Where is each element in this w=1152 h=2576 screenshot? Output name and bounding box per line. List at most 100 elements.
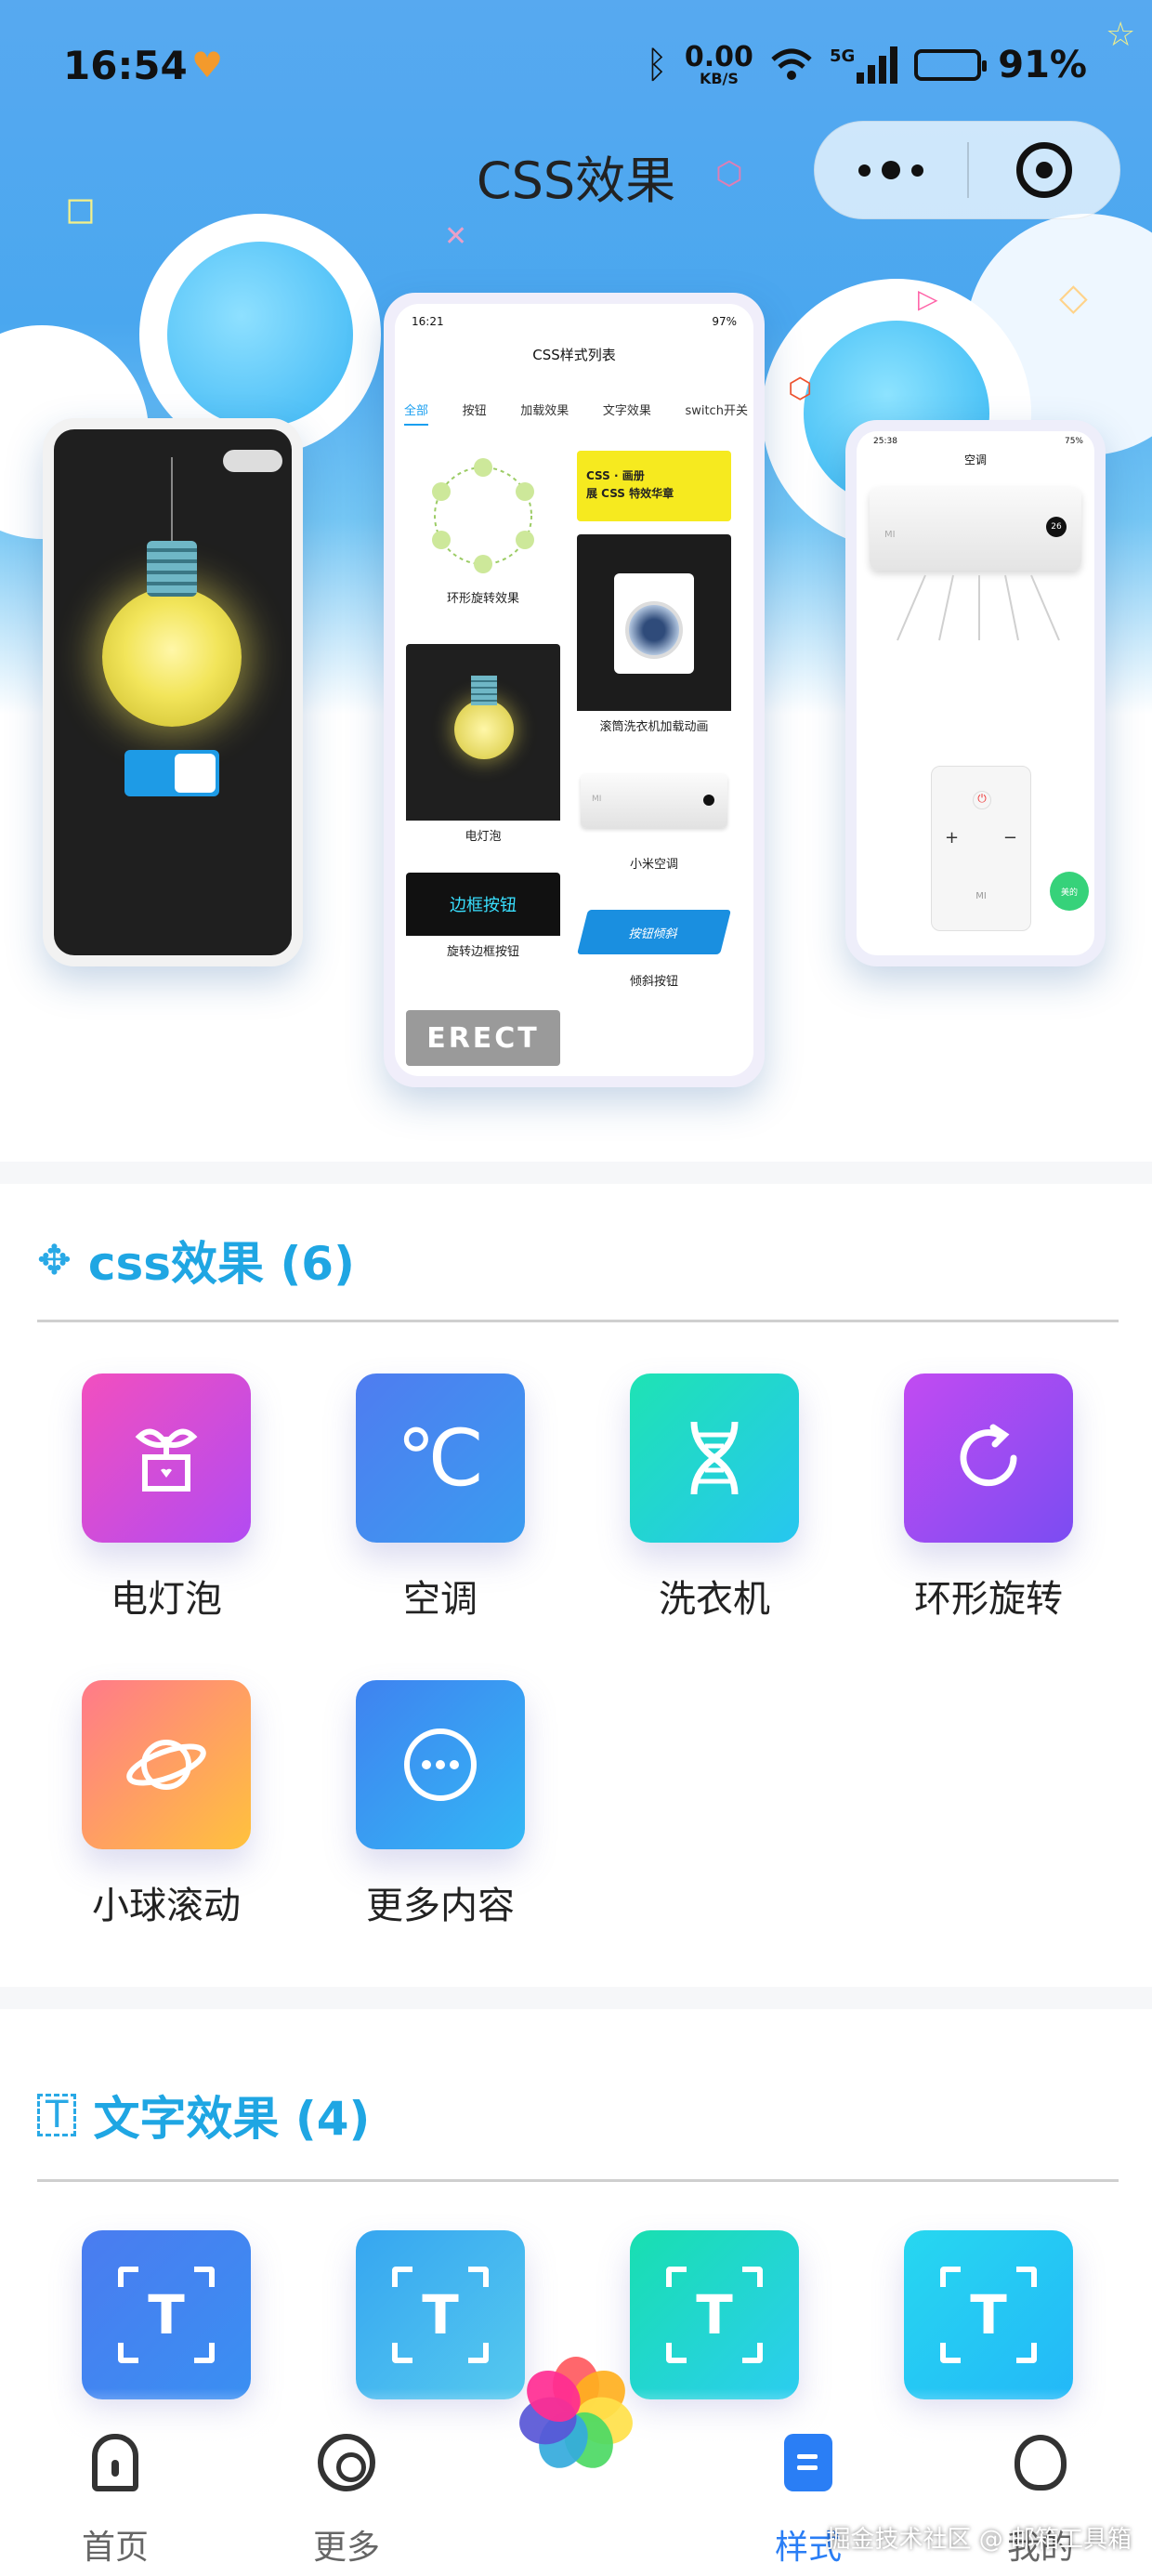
text-section-header: T 文字效果 (4) <box>37 2082 370 2149</box>
tile-ball[interactable]: 小球滚动 <box>73 1680 259 1929</box>
text-frame-icon: T <box>672 2272 757 2358</box>
text-frame-icon: T <box>946 2272 1031 2358</box>
planet-icon <box>126 1740 206 1790</box>
preview-card-banner: CSS · 画册 展 CSS 特效华章 <box>577 451 731 521</box>
network-speed: 0.00 KB/S <box>684 41 753 87</box>
tile-ring[interactable]: 环形旋转 <box>896 1373 1081 1623</box>
tile-ac[interactable]: ℃ 空调 <box>347 1373 533 1623</box>
text-frame-icon: T <box>37 2094 77 2136</box>
tile-label: 洗衣机 <box>659 1578 770 1621</box>
style-icon <box>784 2434 832 2491</box>
preview-tab: 加载效果 <box>520 404 569 418</box>
tile-icon-box <box>82 1373 251 1543</box>
tile-icon-box: T <box>630 2230 799 2399</box>
section-underline <box>37 1320 1119 1322</box>
preview-title: 空调 <box>963 453 987 467</box>
tile-icon-box <box>356 1680 525 1849</box>
tile-text-effect[interactable]: T <box>896 2230 1081 2399</box>
more-icon <box>318 2434 375 2491</box>
tile-text-effect[interactable]: T <box>347 2230 533 2399</box>
tab-label: 更多 <box>312 2529 380 2567</box>
preview-card-tilt-button: 按钮倾斜 倾斜按钮 <box>577 899 731 992</box>
hero-banner: ◻ ✕ ⬡ ◇ ▷ ⬡ ☆ 16:54 ♥ ᛒ 0.00 KB/S 5G 91%… <box>0 0 1152 1152</box>
tile-label: 环形旋转 <box>914 1578 1063 1621</box>
more-circle-icon <box>404 1728 477 1801</box>
tile-text-effect[interactable]: T <box>73 2230 259 2399</box>
preview-status-battery: 97% <box>712 315 737 328</box>
tile-icon-box: ℃ <box>356 1373 525 1543</box>
tile-label: 电灯泡 <box>111 1578 222 1621</box>
battery-icon <box>914 49 988 81</box>
tile-label: 小球滚动 <box>92 1885 241 1927</box>
preview-card-washer: 滚筒洗衣机加载动画 <box>577 534 731 743</box>
preview-card-ring: 环形旋转效果 <box>406 451 560 609</box>
target-icon <box>1015 142 1072 198</box>
tile-more[interactable]: 更多内容 <box>347 1680 533 1929</box>
tile-icon-box <box>904 1373 1073 1543</box>
app-page: ◻ ✕ ⬡ ◇ ▷ ⬡ ☆ 16:54 ♥ ᛒ 0.00 KB/S 5G 91%… <box>0 0 1152 2576</box>
css-section-header: ✥ css效果 (6) <box>37 1227 355 1294</box>
tile-label: 更多内容 <box>366 1885 515 1927</box>
home-icon <box>92 2434 138 2491</box>
bulb-glass <box>102 587 242 727</box>
celsius-icon: ℃ <box>396 1413 485 1504</box>
mini-program-capsule <box>814 121 1120 219</box>
tile-icon-box <box>82 1680 251 1849</box>
tile-icon-box: T <box>904 2230 1073 2399</box>
tab-label: 首页 <box>81 2529 149 2567</box>
plant-pot-icon <box>135 1428 198 1492</box>
preview-card-bulb: 电灯泡 <box>406 644 560 848</box>
section-divider-band <box>0 1987 1152 2009</box>
tile-icon-box: T <box>356 2230 525 2399</box>
preview-tab: 按钮 <box>462 404 487 418</box>
bulb-switch <box>124 750 219 796</box>
diamond-deco-icon: ◇ <box>1059 276 1088 319</box>
tile-label: 空调 <box>403 1578 478 1621</box>
preview-phone-ac: 25:38 75% 空调 MI 26 ⏻ + − MI 美的 <box>845 420 1106 966</box>
wifi-icon <box>771 48 812 80</box>
preview-card-ac: MI 小米空调 <box>577 769 731 876</box>
floating-flower-icon[interactable] <box>513 2351 639 2477</box>
ac-airflow <box>897 574 1060 641</box>
ac-unit: MI 26 <box>870 487 1081 571</box>
ring-graphic <box>432 458 534 573</box>
close-button[interactable] <box>969 122 1119 218</box>
rotate-icon <box>960 1424 1017 1487</box>
mine-icon <box>1015 2435 1067 2491</box>
tab-more[interactable]: 更多 <box>272 2425 421 2569</box>
triangle-deco-icon: ▷ <box>918 283 938 314</box>
section-title: css效果 (6) <box>87 1237 355 1291</box>
tile-text-effect[interactable]: T <box>622 2230 807 2399</box>
tab-home[interactable]: 首页 <box>41 2425 190 2569</box>
preview-tabs: 全部 按钮 加载效果 文字效果 switch开关 <box>404 401 748 426</box>
ac-go-button: 美的 <box>1050 872 1089 911</box>
tile-icon-box: T <box>82 2230 251 2399</box>
text-frame-icon: T <box>124 2272 209 2358</box>
section-divider-band <box>0 1162 1152 1184</box>
preview-title: CSS样式列表 <box>532 347 616 363</box>
dna-icon <box>690 1421 739 1495</box>
preview-tab: 全部 <box>404 401 429 426</box>
bluetooth-icon: ᛒ <box>645 44 668 86</box>
tile-washer[interactable]: 洗衣机 <box>622 1373 807 1623</box>
heart-icon: ♥ <box>191 45 224 85</box>
preview-tab: 文字效果 <box>602 404 651 418</box>
status-time: 16:54 <box>63 43 188 88</box>
preview-phone-list: 16:21 97% CSS样式列表 全部 按钮 加载效果 文字效果 switch… <box>384 293 765 1087</box>
preview-tab: switch开关 <box>685 404 748 418</box>
preview-card-border-button: 边框按钮 旋转边框按钮 <box>406 873 560 964</box>
tile-bulb[interactable]: 电灯泡 <box>73 1373 259 1623</box>
more-menu-button[interactable] <box>815 122 967 218</box>
section-title: 文字效果 (4) <box>93 2092 371 2146</box>
signal-icon: 5G <box>830 46 898 84</box>
battery-percent: 91% <box>998 44 1087 86</box>
cross-deco-icon: ✕ <box>444 220 468 253</box>
ac-remote: ⏻ + − MI <box>931 766 1031 931</box>
preview-phone-bulb <box>43 418 303 966</box>
mini-capsule <box>223 450 282 472</box>
hexagon-deco-icon: ⬡ <box>788 373 813 405</box>
status-bar: 16:54 ♥ ᛒ 0.00 KB/S 5G 91% <box>0 0 1152 130</box>
watermark: 掘金技术社区 @ 邮箱工具箱 <box>826 2526 1132 2554</box>
move-arrows-icon: ✥ <box>37 1236 72 1284</box>
text-frame-icon: T <box>398 2272 483 2358</box>
